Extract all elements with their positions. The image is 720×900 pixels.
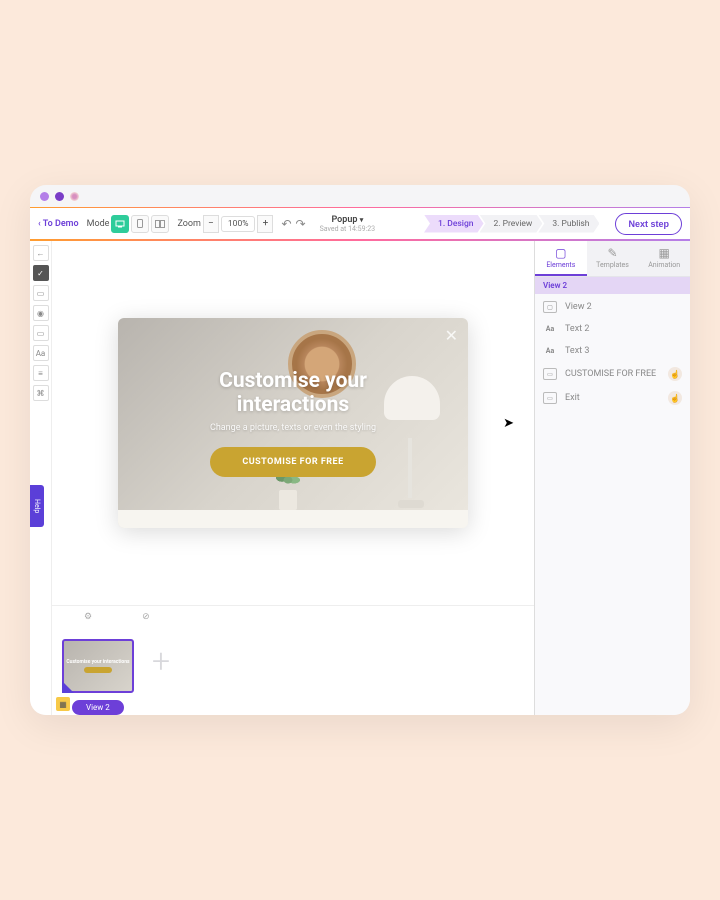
element-exit[interactable]: ▭ Exit ☝ — [535, 386, 690, 410]
views-strip: ⚙ ⊘ Customise your interactions View 2 +… — [52, 605, 534, 715]
toolbar: ‹ To Demo Mode Zoom − 100% + ↶ ↷ Popu — [30, 207, 690, 241]
element-label: CUSTOMISE FOR FREE — [565, 369, 660, 380]
project-title-block: Popup ▾ Saved at 14:59:23 — [320, 215, 375, 233]
panel-tabs: ▢ Elements ✎ Templates ▦ Animation — [535, 241, 690, 277]
back-label: To Demo — [43, 219, 79, 229]
history-group: ↶ ↷ — [281, 217, 305, 231]
templates-icon: ✎ — [587, 246, 639, 260]
mobile-icon — [137, 219, 143, 228]
help-tab[interactable]: Help — [30, 485, 44, 527]
tab-elements[interactable]: ▢ Elements — [535, 241, 587, 276]
elements-list: ▢ View 2 Aa Text 2 Aa Text 3 ▭ CUSTOMISE… — [535, 294, 690, 412]
mode-group: Mode — [87, 215, 170, 233]
tab-templates[interactable]: ✎ Templates — [587, 241, 639, 276]
gear-icon[interactable]: ⚙ — [84, 612, 92, 622]
mode-mobile-button[interactable] — [131, 215, 149, 233]
zoom-label: Zoom — [177, 219, 200, 229]
close-icon[interactable]: ✕ — [445, 326, 458, 345]
window-titlebar — [30, 185, 690, 207]
popup-cta-button[interactable]: CUSTOMISE FOR FREE — [210, 447, 375, 477]
mode-label: Mode — [87, 219, 110, 229]
tool-text-icon[interactable]: Aa — [33, 345, 49, 361]
button-icon: ▭ — [543, 368, 557, 380]
element-text2[interactable]: Aa Text 2 — [535, 318, 690, 340]
thumb-corner-icon — [62, 681, 74, 693]
shelf-decor — [118, 510, 468, 528]
tool-checkbox-icon[interactable]: ✓ — [33, 265, 49, 281]
element-label: Text 3 — [565, 346, 682, 357]
desktop-icon — [115, 220, 125, 228]
text-icon: Aa — [543, 345, 557, 357]
zoom-in-button[interactable]: + — [257, 215, 273, 233]
traffic-light-max[interactable] — [70, 192, 79, 201]
chevron-down-icon: ▾ — [360, 216, 364, 224]
element-label: View 2 — [565, 302, 682, 313]
tool-list-icon[interactable]: ≡ — [33, 365, 49, 381]
traffic-light-min[interactable] — [55, 192, 64, 201]
view-thumbnail[interactable]: Customise your interactions View 2 — [62, 639, 134, 693]
popup-preview[interactable]: ✕ Customise your interactions Change a p… — [118, 318, 468, 528]
add-view-button[interactable]: + — [152, 642, 170, 680]
thumb-label: View 2 — [72, 700, 124, 715]
tool-circle-icon[interactable]: ◉ — [33, 305, 49, 321]
workflow-steps: 1. Design 2. Preview 3. Publish — [428, 215, 599, 233]
canvas[interactable]: ✕ Customise your interactions Change a p… — [52, 241, 534, 605]
mode-desktop-button[interactable] — [111, 215, 129, 233]
animation-icon: ▦ — [638, 246, 690, 260]
thumb-title: Customise your interactions — [66, 659, 129, 665]
layout-icon — [155, 220, 165, 228]
panel-section-header: View 2 — [535, 277, 690, 294]
element-label: Text 2 — [565, 324, 682, 335]
step-publish[interactable]: 3. Publish — [538, 215, 599, 233]
app-window: ‹ To Demo Mode Zoom − 100% + ↶ ↷ Popu — [30, 185, 690, 715]
thumb-cta — [84, 667, 112, 673]
mode-layout-button[interactable] — [151, 215, 169, 233]
tool-rect-icon[interactable]: ▭ — [33, 325, 49, 341]
text-icon: Aa — [543, 323, 557, 335]
disable-icon[interactable]: ⊘ — [142, 612, 150, 622]
next-step-button[interactable]: Next step — [615, 213, 682, 235]
cursor-icon: ➤ — [503, 416, 514, 431]
exit-icon: ▭ — [543, 392, 557, 404]
view-icon: ▢ — [543, 301, 557, 313]
lamp-decor — [394, 438, 428, 508]
element-cta[interactable]: ▭ CUSTOMISE FOR FREE ☝ — [535, 362, 690, 386]
element-text3[interactable]: Aa Text 3 — [535, 340, 690, 362]
popup-title[interactable]: Customise your interactions — [219, 369, 367, 417]
back-link[interactable]: ‹ To Demo — [38, 219, 79, 229]
step-design[interactable]: 1. Design — [424, 215, 484, 233]
tab-animation[interactable]: ▦ Animation — [638, 241, 690, 276]
saved-status: Saved at 14:59:23 — [320, 225, 375, 233]
interaction-icon[interactable]: ☝ — [668, 391, 682, 405]
zoom-value[interactable]: 100% — [221, 216, 256, 232]
layers-chip-icon[interactable]: ▦ — [56, 697, 70, 711]
left-toolbar: ← ✓ ▭ ◉ ▭ Aa ≡ ⌘ — [30, 241, 52, 715]
element-view[interactable]: ▢ View 2 — [535, 296, 690, 318]
traffic-light-close[interactable] — [40, 192, 49, 201]
project-name[interactable]: Popup ▾ — [320, 215, 375, 225]
step-preview[interactable]: 2. Preview — [480, 215, 543, 233]
zoom-out-button[interactable]: − — [203, 215, 219, 233]
zoom-group: Zoom − 100% + — [177, 215, 273, 233]
element-label: Exit — [565, 393, 660, 404]
canvas-area: ✕ Customise your interactions Change a p… — [52, 241, 535, 715]
tool-link-icon[interactable]: ⌘ — [33, 385, 49, 401]
undo-icon[interactable]: ↶ — [281, 217, 291, 231]
chevron-left-icon: ‹ — [38, 219, 41, 229]
elements-icon: ▢ — [535, 246, 587, 260]
tool-back-icon[interactable]: ← — [33, 245, 49, 261]
interaction-icon[interactable]: ☝ — [668, 367, 682, 381]
workspace: ← ✓ ▭ ◉ ▭ Aa ≡ ⌘ Help ✕ Customise your i… — [30, 241, 690, 715]
popup-subtitle[interactable]: Change a picture, texts or even the styl… — [210, 423, 376, 433]
right-panel: ▢ Elements ✎ Templates ▦ Animation View … — [535, 241, 690, 715]
redo-icon[interactable]: ↷ — [296, 217, 306, 231]
tool-frame-icon[interactable]: ▭ — [33, 285, 49, 301]
